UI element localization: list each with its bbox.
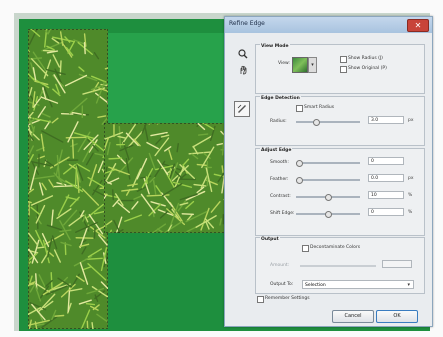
radius-slider-thumb[interactable]: [313, 119, 321, 126]
view-mode-title: View Mode: [260, 44, 290, 49]
hand-icon[interactable]: [237, 65, 249, 77]
view-mode-dropdown[interactable]: ▾: [308, 57, 317, 73]
grass-blade: [65, 136, 87, 139]
refine-radius-icon[interactable]: [234, 101, 250, 117]
chevron-down-icon: ▾: [311, 62, 314, 68]
grass-blade: [64, 242, 67, 256]
feather-slider[interactable]: [296, 177, 360, 184]
grass-blade: [85, 302, 96, 306]
show-original-checkbox[interactable]: [340, 66, 347, 73]
grass-blade: [71, 139, 75, 159]
zoom-icon[interactable]: [237, 49, 249, 61]
refine-edge-dialog: Refine Edge ✕ View Mode View: ▾ Show Rad…: [224, 16, 433, 327]
edge-detection-panel: Edge Detection Smart Radius Radius: 3.0 …: [255, 96, 425, 146]
dialog-title: Refine Edge: [229, 20, 265, 27]
view-mode-thumbnail[interactable]: [292, 57, 308, 73]
adjust-edge-panel: Adjust Edge Smooth: 0 Feather: 0.0 px Co…: [255, 148, 425, 236]
grass-blade: [197, 133, 209, 136]
edge-detection-title: Edge Detection: [260, 96, 301, 101]
smart-radius-label: Smart Radius: [304, 105, 335, 110]
chevron-down-icon: ▾: [407, 282, 410, 288]
grass-blade: [108, 157, 123, 160]
grass-blade: [54, 314, 65, 317]
shift-edge-unit: %: [408, 210, 413, 215]
adjust-edge-title: Adjust Edge: [260, 148, 293, 153]
ruler-left: [14, 13, 19, 331]
contrast-input[interactable]: 10: [368, 191, 404, 199]
background-light-area: [106, 33, 238, 123]
grass-blade: [83, 42, 86, 55]
grass-blade: [93, 227, 96, 239]
grass-blade: [86, 320, 89, 329]
shift-edge-slider[interactable]: [296, 211, 360, 218]
cancel-button[interactable]: Cancel: [332, 310, 374, 323]
feather-input[interactable]: 0.0: [368, 174, 404, 182]
output-title: Output: [260, 237, 280, 242]
grass-selection-column: [28, 29, 108, 329]
grass-selection-block: [104, 123, 229, 233]
smooth-slider[interactable]: [296, 160, 360, 167]
smooth-input[interactable]: 0: [368, 157, 404, 165]
grass-blade: [221, 165, 224, 174]
remember-settings-checkbox[interactable]: [257, 296, 264, 303]
output-to-label: Output To:: [270, 282, 294, 287]
radius-input[interactable]: 3.0: [368, 116, 404, 124]
smooth-label: Smooth:: [270, 160, 289, 165]
output-panel: Output Decontaminate Colors Amount: Outp…: [255, 237, 425, 294]
contrast-label: Contrast:: [270, 194, 291, 199]
shift-edge-input[interactable]: 0: [368, 208, 404, 216]
amount-label: Amount:: [270, 263, 290, 268]
close-button[interactable]: ✕: [407, 19, 429, 32]
radius-label: Radius:: [270, 119, 287, 124]
smooth-slider-thumb[interactable]: [296, 160, 303, 167]
decontaminate-label: Decontaminate Colors: [310, 245, 361, 250]
output-to-value: Selection: [305, 283, 326, 288]
amount-input: [382, 260, 412, 268]
shift-edge-slider-thumb[interactable]: [325, 211, 332, 218]
grass-blade: [112, 189, 114, 201]
close-icon: ✕: [414, 21, 422, 30]
screenshot-frame: Refine Edge ✕ View Mode View: ▾ Show Rad…: [0, 0, 443, 337]
feather-label: Feather:: [270, 177, 289, 182]
output-to-select[interactable]: Selection ▾: [302, 280, 414, 289]
grass-blade: [36, 246, 45, 249]
ok-button[interactable]: OK: [376, 310, 418, 323]
shift-edge-label: Shift Edge:: [270, 211, 295, 216]
remember-settings-label: Remember Settings: [265, 296, 310, 301]
view-mode-panel: View Mode View: ▾ Show Radius (J) Show O…: [255, 44, 425, 94]
show-original-label: Show Original (P): [348, 66, 387, 71]
contrast-slider[interactable]: [296, 194, 360, 201]
radius-unit: px: [408, 118, 414, 123]
contrast-unit: %: [408, 193, 413, 198]
smart-radius-checkbox[interactable]: [296, 105, 303, 112]
radius-slider[interactable]: [296, 119, 360, 126]
view-label: View:: [278, 61, 290, 66]
dialog-titlebar[interactable]: Refine Edge ✕: [225, 17, 432, 33]
decontaminate-checkbox[interactable]: [302, 245, 309, 252]
grass-blade: [181, 213, 194, 216]
feather-unit: px: [408, 176, 414, 181]
amount-slider: [300, 265, 376, 267]
feather-slider-thumb[interactable]: [296, 177, 303, 184]
grass-blade: [36, 204, 39, 230]
show-radius-label: Show Radius (J): [348, 56, 383, 61]
contrast-slider-thumb[interactable]: [325, 194, 332, 201]
show-radius-checkbox[interactable]: [340, 56, 347, 63]
